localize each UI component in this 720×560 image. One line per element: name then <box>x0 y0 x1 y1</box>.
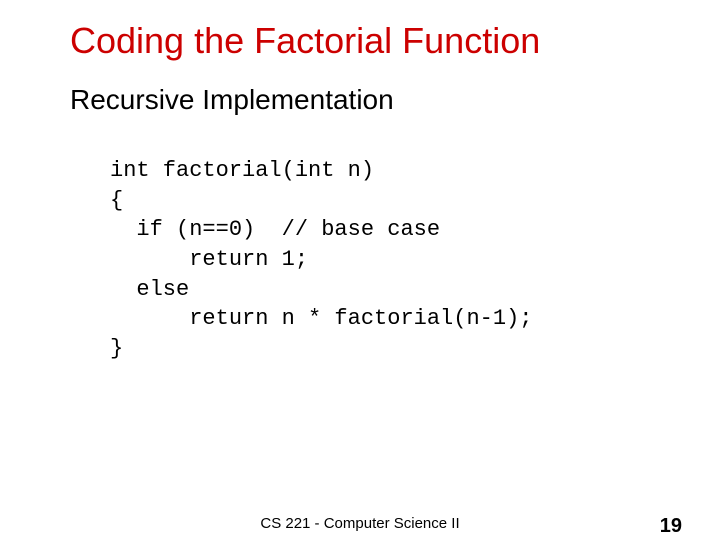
code-line: return n * factorial(n-1); <box>110 306 532 331</box>
code-line: } <box>110 336 123 361</box>
code-line: else <box>110 277 189 302</box>
page-number: 19 <box>660 515 682 538</box>
slide-subtitle: Recursive Implementation <box>70 84 720 116</box>
slide-title: Coding the Factorial Function <box>70 20 720 62</box>
code-block: int factorial(int n) { if (n==0) // base… <box>110 156 720 364</box>
code-line: return 1; <box>110 247 308 272</box>
code-line: int factorial(int n) <box>110 158 374 183</box>
code-line: { <box>110 188 123 213</box>
code-line: if (n==0) // base case <box>110 217 440 242</box>
footer-text: CS 221 - Computer Science II <box>0 515 720 532</box>
slide: Coding the Factorial Function Recursive … <box>0 20 720 560</box>
